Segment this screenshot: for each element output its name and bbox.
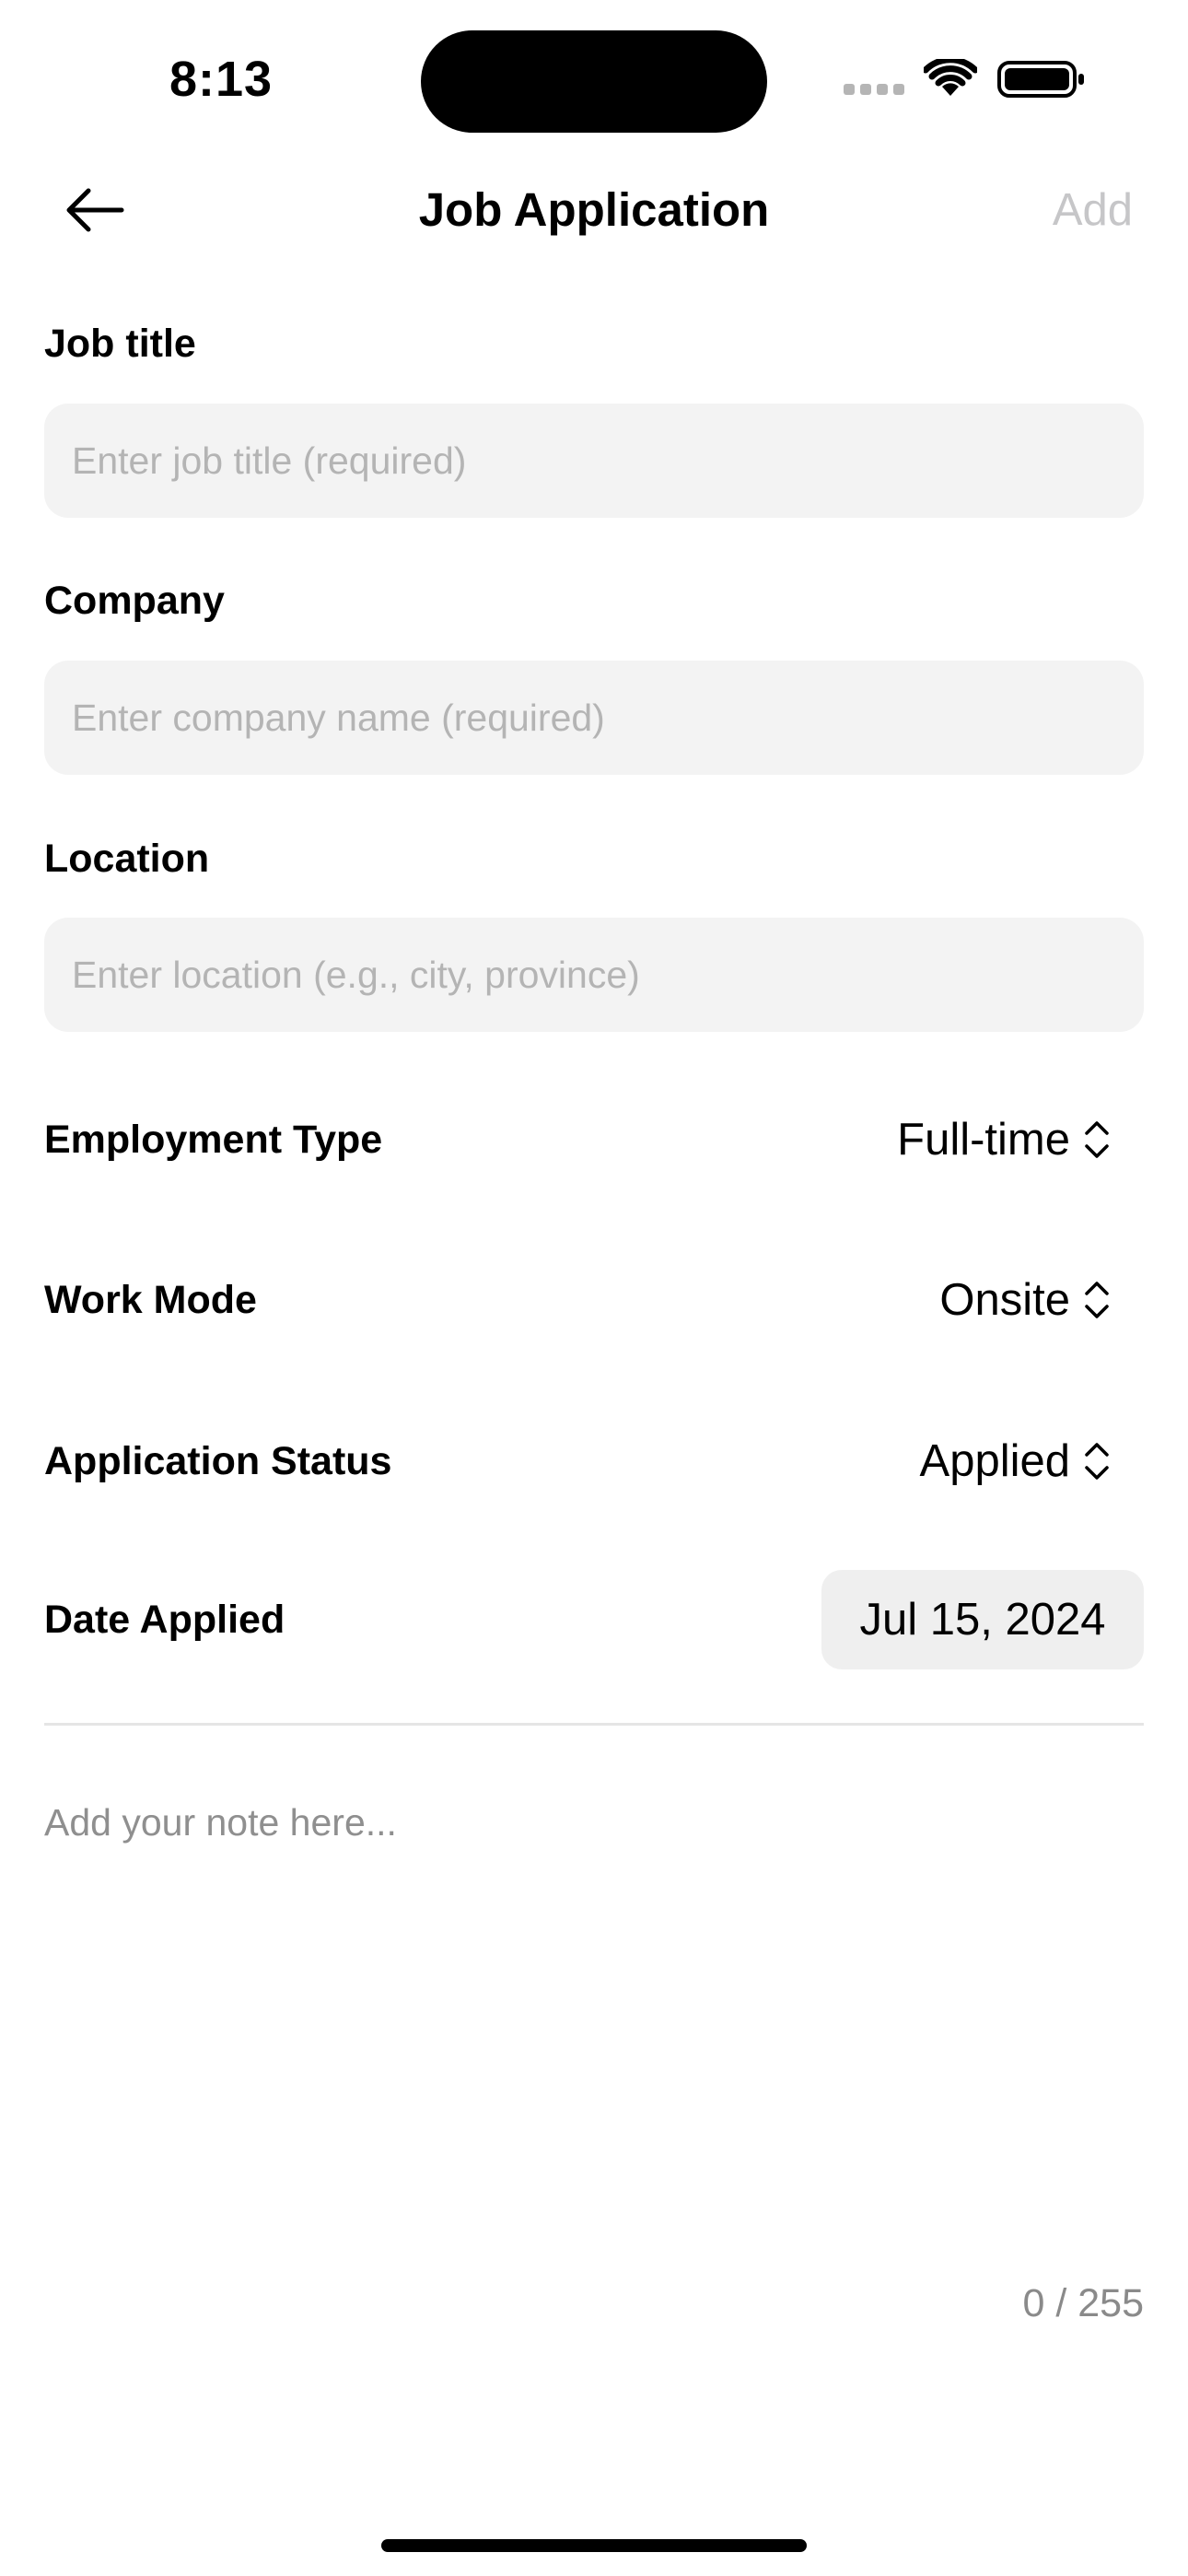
note-char-count: 0 / 255 xyxy=(1022,2281,1145,2325)
job-title-input[interactable] xyxy=(72,439,1144,483)
location-input[interactable] xyxy=(72,953,1144,997)
add-button[interactable]: Add xyxy=(1053,175,1133,245)
location-label: Location xyxy=(44,837,210,881)
location-field[interactable] xyxy=(44,918,1144,1032)
application-status-label: Application Status xyxy=(44,1439,392,1483)
battery-icon xyxy=(997,61,1084,98)
employment-type-value: Full-time xyxy=(897,1115,1070,1165)
status-time: 8:13 xyxy=(169,52,274,107)
employment-type-picker[interactable]: Full-time xyxy=(897,1107,1111,1172)
work-mode-value: Onsite xyxy=(939,1275,1070,1325)
note-input[interactable] xyxy=(44,1797,1144,2257)
dynamic-island xyxy=(421,30,767,133)
chevron-up-down-icon xyxy=(1085,1443,1109,1480)
page-title: Job Application xyxy=(418,183,770,236)
back-button[interactable] xyxy=(53,175,136,245)
application-status-picker[interactable]: Applied xyxy=(920,1429,1111,1493)
company-field[interactable] xyxy=(44,661,1144,775)
company-input[interactable] xyxy=(72,696,1144,740)
job-title-field[interactable] xyxy=(44,404,1144,518)
chevron-up-down-icon xyxy=(1085,1282,1109,1318)
divider xyxy=(44,1723,1144,1726)
home-indicator xyxy=(381,2539,807,2552)
employment-type-label: Employment Type xyxy=(44,1118,383,1162)
date-applied-label: Date Applied xyxy=(44,1598,285,1642)
company-label: Company xyxy=(44,579,225,623)
wifi-icon xyxy=(924,59,977,96)
work-mode-picker[interactable]: Onsite xyxy=(939,1268,1111,1332)
arrow-left-icon xyxy=(66,188,124,232)
date-applied-picker[interactable]: Jul 15, 2024 xyxy=(821,1570,1144,1669)
application-status-value: Applied xyxy=(919,1436,1070,1486)
work-mode-label: Work Mode xyxy=(44,1278,257,1322)
chevron-up-down-icon xyxy=(1085,1121,1109,1158)
job-application-screen: 8:13 Job Application Add Job title Compa… xyxy=(0,0,1188,2576)
cellular-signal-icon xyxy=(844,84,904,97)
job-title-label: Job title xyxy=(44,322,196,366)
